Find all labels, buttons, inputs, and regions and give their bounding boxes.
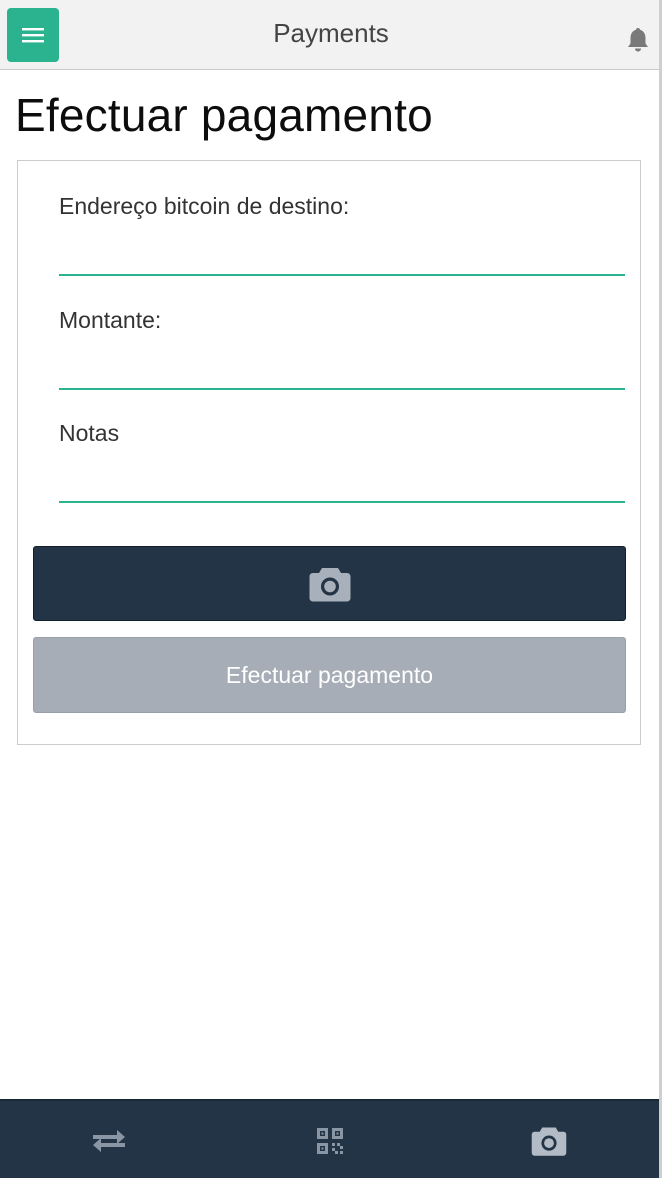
camera-icon (309, 567, 350, 601)
nav-transactions[interactable] (60, 1101, 158, 1178)
amount-label: Montante: (59, 307, 162, 333)
address-input[interactable] (59, 236, 625, 276)
payments-screen: Payments Efectuar pagamento Endereço bit… (0, 0, 662, 1178)
header-title: Payments (273, 18, 389, 48)
submit-payment-button[interactable]: Efectuar pagamento (33, 637, 626, 713)
nav-receive-qr[interactable] (281, 1101, 379, 1178)
address-label: Endereço bitcoin de destino: (59, 193, 350, 219)
app-header: Payments (0, 0, 662, 70)
transfer-arrows-icon (93, 1129, 125, 1152)
payment-form-card: Endereço bitcoin de destino: Montante: N… (17, 160, 641, 745)
bottom-navigation (0, 1099, 662, 1178)
camera-icon (531, 1127, 567, 1156)
scan-qr-camera-button[interactable] (33, 546, 626, 621)
notes-input[interactable] (59, 463, 625, 503)
page-title: Efectuar pagamento (15, 89, 433, 141)
amount-input[interactable] (59, 350, 625, 390)
bell-icon[interactable] (624, 26, 652, 54)
notes-label: Notas (59, 420, 120, 446)
nav-send-camera[interactable] (500, 1101, 598, 1178)
qr-code-icon (317, 1127, 343, 1154)
